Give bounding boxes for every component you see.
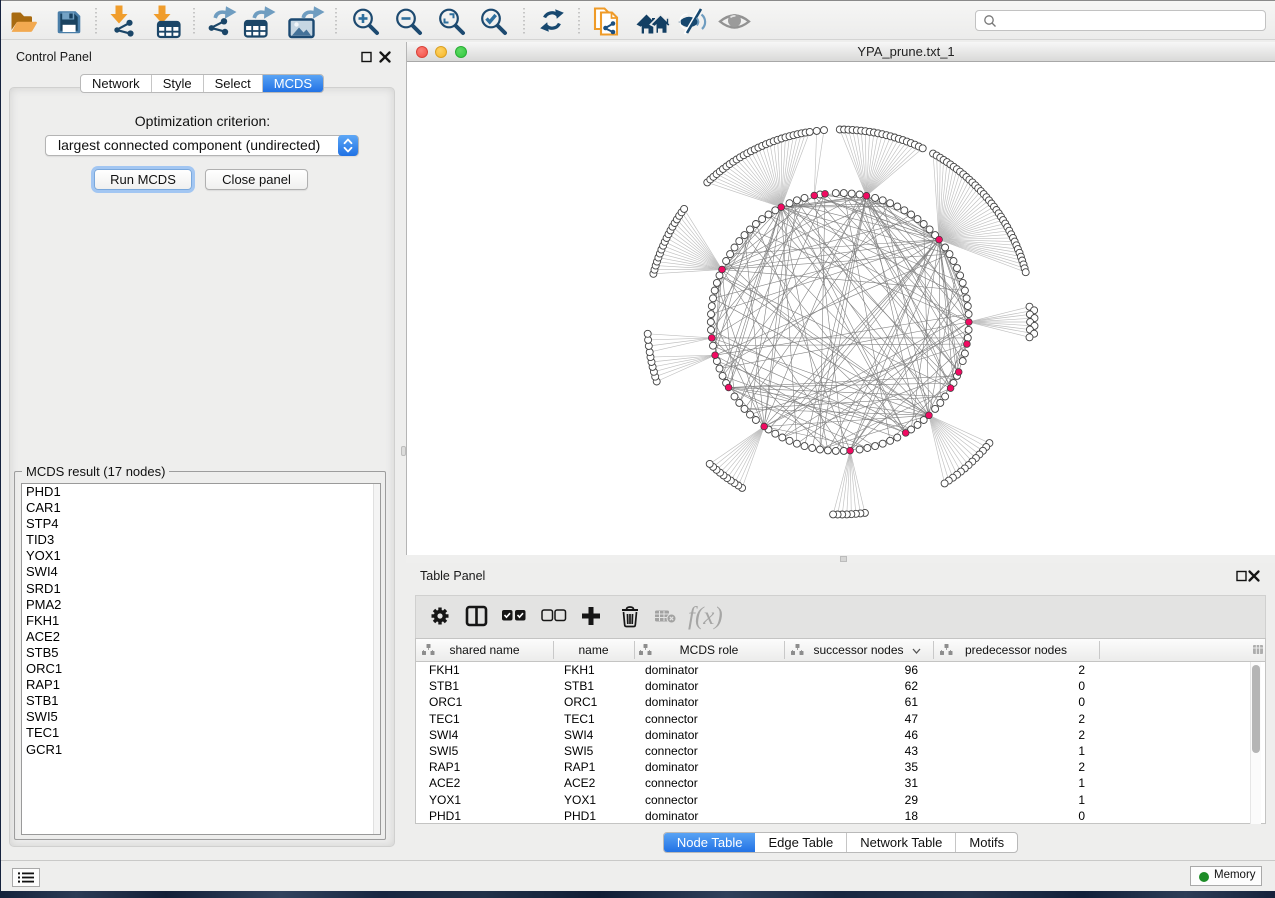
svg-text:f(x): f(x) — [688, 603, 723, 630]
